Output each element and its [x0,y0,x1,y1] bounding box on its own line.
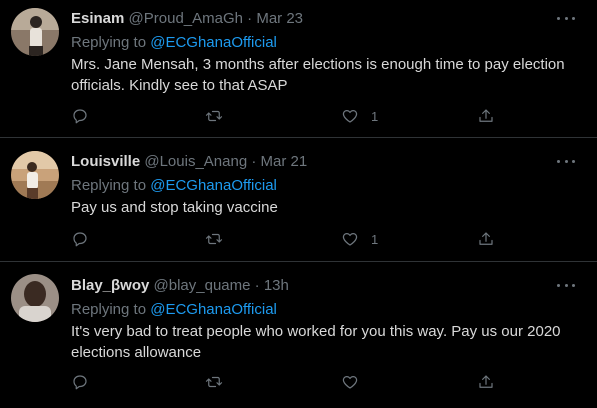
tweet-header: Louisville @Louis_Anang · Mar 21 [71,153,307,171]
tweet-date[interactable]: 13h [264,277,289,294]
like-icon [342,233,358,246]
more-icon[interactable] [557,152,575,170]
replying-prefix: Replying to [71,177,147,194]
user-handle[interactable]: @Proud_AmaGh [129,10,243,27]
share-button[interactable] [477,106,495,126]
tweet-date[interactable]: Mar 21 [261,153,308,170]
like-button[interactable]: 1 [341,106,378,126]
tweet-actions [71,372,511,392]
share-icon [479,375,493,388]
share-icon [479,232,493,245]
share-icon [479,109,493,122]
reply-button[interactable] [71,106,89,126]
tweet-date[interactable]: Mar 23 [256,10,303,27]
retweet-icon [205,376,223,388]
retweet-button[interactable] [205,372,223,392]
avatar[interactable] [11,274,59,322]
like-icon [342,376,358,389]
retweet-icon [205,233,223,245]
display-name[interactable]: Louisville [71,153,140,170]
retweet-button[interactable] [205,229,223,249]
retweet-icon [205,110,223,122]
replying-prefix: Replying to [71,301,147,318]
tweet-header: Blay_βwoy @blay_quame · 13h [71,277,289,295]
display-name[interactable]: Esinam [71,10,124,27]
tweet-text: It's very bad to treat people who worked… [71,323,561,361]
replying-to-link[interactable]: @ECGhanaOfficial [150,177,277,194]
like-button[interactable]: 1 [341,229,378,249]
like-button[interactable] [341,372,371,392]
tweet-1[interactable]: Esinam @Proud_AmaGh · Mar 23 Replying to… [0,0,597,138]
reply-icon [73,109,87,124]
avatar[interactable] [11,151,59,199]
tweet-actions: 1 [71,229,511,249]
reply-button[interactable] [71,372,89,392]
replying-to-link[interactable]: @ECGhanaOfficial [150,34,277,51]
more-icon[interactable] [557,276,575,294]
replying-to: Replying to @ECGhanaOfficial [71,34,277,52]
tweet-3[interactable]: Blay_βwoy @blay_quame · 13h Replying to … [0,263,597,408]
reply-icon [73,232,87,247]
tweet-actions: 1 [71,106,511,126]
tweet-header: Esinam @Proud_AmaGh · Mar 23 [71,10,303,28]
separator-dot: · [247,10,253,27]
user-handle[interactable]: @blay_quame [154,277,251,294]
separator-dot: · [251,153,257,170]
replying-to: Replying to @ECGhanaOfficial [71,177,277,195]
like-icon [342,110,358,123]
like-count: 1 [371,108,379,124]
tweet-2[interactable]: Louisville @Louis_Anang · Mar 21 Replyin… [0,139,597,262]
display-name[interactable]: Blay_βwoy [71,277,149,294]
reply-icon [73,375,87,390]
avatar[interactable] [11,8,59,56]
replying-prefix: Replying to [71,34,147,51]
share-button[interactable] [477,372,495,392]
share-button[interactable] [477,229,495,249]
reply-button[interactable] [71,229,89,249]
separator-dot: · [254,277,260,294]
user-handle[interactable]: @Louis_Anang [144,153,247,170]
tweet-text: Mrs. Jane Mensah, 3 months after electio… [71,56,565,94]
like-count: 1 [371,231,379,247]
replying-to-link[interactable]: @ECGhanaOfficial [150,301,277,318]
more-icon[interactable] [557,9,575,27]
retweet-button[interactable] [205,106,223,126]
tweet-text: Pay us and stop taking vaccine [71,199,278,216]
replying-to: Replying to @ECGhanaOfficial [71,301,277,319]
